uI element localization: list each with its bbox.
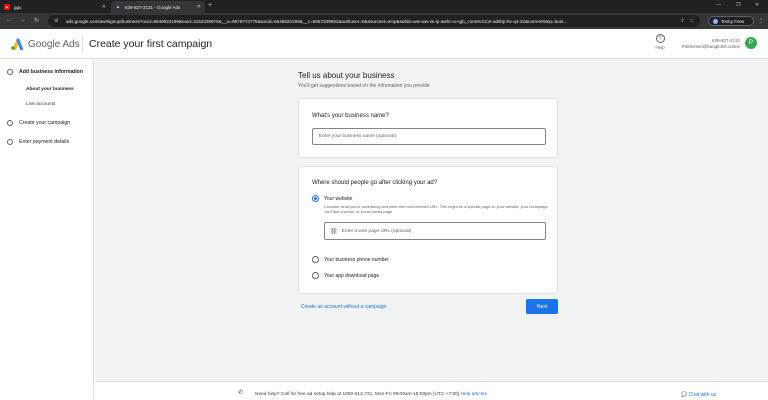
- account-email: Polifeeses@bangkok8.online: [681, 44, 740, 49]
- step-label: Enter payment details: [19, 139, 70, 145]
- browser-tab-google-ads[interactable]: ▲ 639-827-2131 - Google Ads ✕: [111, 1, 205, 13]
- next-button[interactable]: Next: [526, 299, 558, 314]
- browser-tab-ggu[interactable]: ▶ ggu ✕: [0, 1, 110, 13]
- radio-label: Your app download page: [324, 272, 380, 279]
- phone-icon: ✆: [238, 390, 244, 396]
- link-icon: ⛓: [330, 228, 338, 235]
- chat-with-us-button[interactable]: 💬 Chat with us: [681, 392, 716, 398]
- sidebar-substep-about-your-business[interactable]: About your business: [26, 87, 74, 92]
- business-name-question: What's your business name?: [312, 113, 389, 119]
- page-title: Create your first campaign: [89, 38, 213, 50]
- maximize-icon[interactable]: ❐: [736, 2, 740, 8]
- radio-unselected-icon[interactable]: [312, 272, 319, 279]
- reload-icon[interactable]: ↻: [34, 17, 39, 24]
- profile-label: Tenby Fees: [721, 18, 745, 24]
- header-divider: [82, 37, 83, 51]
- google-ads-favicon-icon: ▲: [115, 4, 121, 10]
- account-info[interactable]: 639-827-2131 Polifeeses@bangkok8.online: [674, 38, 740, 50]
- radio-label: Your website: [324, 195, 353, 202]
- close-tab-icon[interactable]: ✕: [102, 4, 106, 10]
- website-url-input[interactable]: ⛓ Enter a web page URL (optional): [324, 222, 546, 240]
- main-content: Tell us about your business You'll get s…: [95, 59, 768, 381]
- section-heading: Tell us about your business: [298, 71, 395, 80]
- website-option-description: Consider what you're advertising and ent…: [324, 204, 549, 214]
- radio-option-website[interactable]: Your website: [312, 195, 352, 202]
- profile-avatar-icon: [713, 18, 718, 24]
- youtube-icon: ▶: [4, 4, 10, 10]
- ad-destination-card: Where should people go after clicking yo…: [298, 166, 558, 294]
- url-placeholder: Enter a web page URL (optional): [341, 228, 412, 234]
- bookmark-star-icon[interactable]: ☆: [690, 18, 694, 24]
- create-account-without-campaign-link[interactable]: Create an account without a campaign: [301, 304, 386, 310]
- step-label: Add business information: [19, 69, 83, 75]
- url-text[interactable]: ads.google.com/aw/signup/business?ocid=6…: [66, 19, 675, 24]
- minimize-icon[interactable]: —: [716, 2, 721, 8]
- footer-help-text: Need help? Call for free ad setup help a…: [255, 392, 487, 397]
- business-name-input[interactable]: Enter your business name (optional): [312, 128, 546, 145]
- tab-title: ggu: [14, 4, 22, 10]
- browser-menu-icon[interactable]: ⋮: [758, 17, 764, 24]
- radio-option-app[interactable]: Your app download page: [312, 272, 379, 279]
- step-label: Create your campaign: [19, 120, 71, 126]
- google-ads-logo-icon: [11, 38, 24, 50]
- step-circle-icon: [7, 139, 13, 145]
- browser-tab-strip: ▶ ggu ✕ ▲ 639-827-2131 - Google Ads ✕ + …: [0, 0, 768, 13]
- address-bar[interactable]: ⚙ ads.google.com/aw/signup/business?ocid…: [48, 15, 700, 27]
- radio-option-phone[interactable]: Your business phone number: [312, 256, 389, 263]
- sidebar-step-create-your-campaign[interactable]: Create your campaign: [7, 120, 70, 126]
- step-circle-icon: [7, 69, 13, 75]
- sidebar-step-add-business-information[interactable]: Add business information: [7, 69, 83, 75]
- site-info-icon[interactable]: ⚙: [54, 18, 60, 24]
- help-button[interactable]: ? Help: [653, 34, 667, 50]
- radio-selected-icon[interactable]: [312, 195, 319, 202]
- share-icon[interactable]: ⇪: [680, 18, 684, 24]
- help-footer: ✆ Need help? Call for free ad setup help…: [95, 381, 768, 400]
- radio-label: Your business phone number: [324, 256, 389, 263]
- brand-name: Google Ads: [28, 39, 80, 50]
- setup-steps-sidebar: Add business information About your busi…: [0, 59, 94, 400]
- app-header: Google Ads Create your first campaign ? …: [0, 29, 768, 59]
- help-label: Help: [655, 45, 665, 50]
- help-articles-link[interactable]: Help articles: [460, 392, 486, 397]
- browser-toolbar: ← → ↻ ⚙ ads.google.com/aw/signup/busines…: [0, 13, 768, 29]
- back-icon[interactable]: ←: [6, 17, 12, 23]
- ad-destination-question: Where should people go after clicking yo…: [312, 180, 438, 186]
- help-call-text: Need help? Call for free ad setup help a…: [255, 392, 460, 397]
- forward-icon[interactable]: →: [20, 17, 26, 23]
- sidebar-substep-link-accounts[interactable]: Link accounts: [26, 102, 55, 107]
- sidebar-step-enter-payment-details[interactable]: Enter payment details: [7, 139, 69, 145]
- business-name-card: What's your business name? Enter your bu…: [298, 98, 558, 158]
- browser-profile-chip[interactable]: Tenby Fees: [708, 16, 754, 26]
- chat-icon: 💬: [681, 392, 688, 398]
- chat-label: Chat with us: [688, 392, 717, 398]
- new-tab-icon[interactable]: +: [208, 2, 212, 9]
- close-window-icon[interactable]: ✕: [755, 2, 759, 8]
- section-subheading: You'll get suggestions based on the info…: [298, 83, 430, 89]
- close-tab-icon[interactable]: ✕: [197, 4, 201, 10]
- step-circle-icon: [7, 120, 13, 126]
- radio-unselected-icon[interactable]: [312, 256, 319, 263]
- avatar[interactable]: P: [745, 37, 757, 49]
- tab-title: 639-827-2131 - Google Ads: [125, 4, 181, 10]
- help-icon: ?: [655, 34, 665, 43]
